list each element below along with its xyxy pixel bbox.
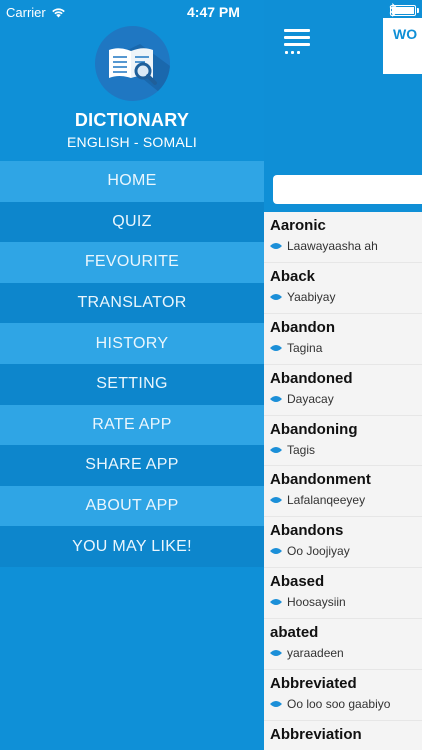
- translation-bullet-icon: [270, 599, 282, 606]
- word-somali: Oo loo soo gaabiyo: [287, 697, 391, 712]
- word-english: Abandoning: [270, 420, 358, 438]
- list-item[interactable]: Abandoned Dayacay: [264, 365, 422, 416]
- book-search-icon: [109, 44, 170, 101]
- menu-item-about-app[interactable]: ABOUT APP: [0, 485, 264, 527]
- word-somali: Tagis: [287, 442, 316, 457]
- word-english: Aback: [270, 267, 316, 285]
- word-english: Abbreviated: [270, 675, 357, 693]
- translation-bullet-icon: [270, 650, 282, 657]
- menu-item-setting[interactable]: SETTING: [0, 363, 264, 405]
- battery-icon: [390, 5, 416, 16]
- menu-item-translator[interactable]: TRANSLATOR: [0, 282, 264, 324]
- app-title: DICTIONARY: [74, 110, 190, 130]
- menu-item-you-may-like[interactable]: YOU MAY LIKE!: [0, 526, 264, 567]
- word-somali: Lafalanqeeyey: [287, 493, 366, 508]
- battery-tip: [417, 8, 419, 13]
- word-english: Aaronic: [270, 217, 326, 234]
- carrier-label: Carrier: [6, 5, 46, 20]
- menu-item-history[interactable]: HISTORY: [0, 323, 264, 364]
- side-drawer: Carrier 4:47 PM DICTIONARY ENGLISH - SOM…: [0, 0, 264, 750]
- word-somali: Dayacay: [287, 391, 334, 406]
- translation-bullet-icon: [270, 548, 282, 555]
- list-item[interactable]: Abandoning Tagis: [264, 416, 422, 467]
- word-english: Abbreviation: [270, 725, 362, 743]
- status-time: 4:47 PM: [187, 4, 240, 20]
- word-of-day-label: WO: [393, 26, 418, 42]
- translation-bullet-icon: [270, 293, 282, 300]
- list-item[interactable]: Aback Yaabiyay: [264, 263, 422, 314]
- list-item[interactable]: Abbreviated Oo loo soo gaabiyo: [264, 670, 422, 721]
- search-input[interactable]: [273, 175, 422, 204]
- word-english: Abandoned: [270, 369, 353, 387]
- menu-toggle-icon[interactable]: [284, 28, 312, 56]
- status-bar-left: Carrier: [6, 5, 66, 20]
- list-item[interactable]: Abbreviation: [264, 721, 422, 750]
- menu-item-share-app[interactable]: SHARE APP: [0, 445, 264, 486]
- word-somali: yaraadeen: [287, 646, 344, 661]
- translation-bullet-icon: [270, 243, 282, 249]
- menu-item-home[interactable]: HOME: [0, 161, 264, 202]
- content-header: WO: [264, 0, 422, 163]
- list-item[interactable]: Abased Hoosaysiin: [264, 568, 422, 620]
- word-somali: Hoosaysiin: [287, 595, 346, 610]
- word-somali: Tagina: [287, 340, 323, 355]
- translation-bullet-icon: [270, 344, 282, 351]
- menu-item-favourite[interactable]: FEVOURITE: [0, 242, 264, 283]
- list-item[interactable]: abated yaraadeen: [264, 619, 422, 671]
- app-subtitle: ENGLISH - SOMALI: [66, 134, 197, 150]
- word-english: Abased: [270, 573, 325, 591]
- word-list: Aaronic Laawayaasha ah Aback Yaabiyay Ab…: [264, 212, 422, 750]
- translation-bullet-icon: [270, 395, 282, 402]
- word-somali: Oo Joojiyay: [287, 544, 350, 559]
- list-item[interactable]: Abandon Tagina: [264, 314, 422, 365]
- word-somali: Yaabiyay: [287, 289, 336, 304]
- list-item[interactable]: Aaronic Laawayaasha ah: [264, 212, 422, 263]
- word-somali: Laawayaasha ah: [287, 239, 378, 253]
- drawer-menu: HOME QUIZ FEVOURITE TRANSLATOR HISTORY S…: [0, 161, 264, 567]
- app-logo: [95, 26, 170, 101]
- word-english: abated: [270, 624, 319, 642]
- main-content: WO Aaronic Laawayaasha ah Aback Yaabiyay…: [264, 0, 422, 750]
- menu-item-rate-app[interactable]: RATE APP: [0, 404, 264, 446]
- translation-bullet-icon: [270, 446, 282, 453]
- translation-bullet-icon: [270, 497, 282, 504]
- list-item[interactable]: Abandons Oo Joojiyay: [264, 517, 422, 569]
- word-of-day-card[interactable]: WO: [383, 18, 422, 74]
- menu-item-quiz[interactable]: QUIZ: [0, 201, 264, 243]
- translation-bullet-icon: [270, 701, 282, 708]
- word-english: Abandons: [270, 522, 344, 540]
- word-english: Abandonment: [270, 471, 371, 489]
- list-item[interactable]: Abandonment Lafalanqeeyey: [264, 466, 422, 518]
- wifi-icon: [51, 8, 65, 18]
- word-english: Abandon: [270, 318, 335, 336]
